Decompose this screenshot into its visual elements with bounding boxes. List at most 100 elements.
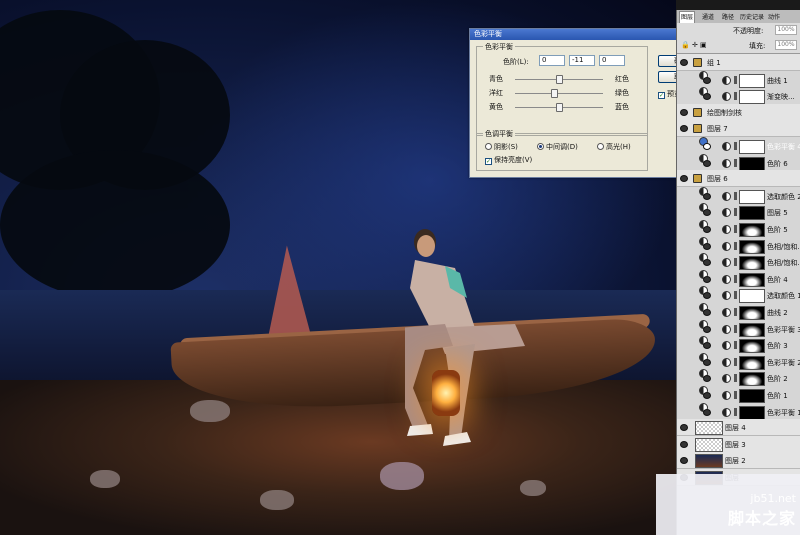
- eye-icon[interactable]: [703, 275, 711, 283]
- link-icon[interactable]: [734, 324, 737, 333]
- eye-icon[interactable]: [703, 375, 711, 383]
- layer-row[interactable]: 图层 6: [677, 170, 800, 188]
- layer-row[interactable]: 选取颜色 1: [699, 286, 800, 304]
- radio-midtones[interactable]: 中间调(D): [537, 142, 578, 152]
- eye-icon[interactable]: [703, 358, 711, 366]
- opacity-input[interactable]: 100%: [775, 25, 797, 35]
- eye-icon[interactable]: [703, 309, 711, 316]
- slider-thumb[interactable]: [556, 103, 563, 112]
- eye-icon[interactable]: [703, 292, 711, 300]
- eye-icon[interactable]: [703, 408, 711, 416]
- link-icon[interactable]: [734, 407, 737, 416]
- layer-mask-thumbnail[interactable]: [739, 405, 765, 420]
- layer-mask-thumbnail[interactable]: [739, 256, 765, 271]
- layer-mask-thumbnail[interactable]: [739, 306, 765, 320]
- eye-icon[interactable]: [703, 192, 711, 200]
- slider-track[interactable]: [515, 93, 603, 94]
- layer-mask-thumbnail[interactable]: [739, 355, 765, 370]
- layer-row[interactable]: 色阶 5: [699, 220, 788, 237]
- eye-icon[interactable]: [703, 226, 711, 233]
- layer-mask-thumbnail[interactable]: [739, 73, 765, 88]
- link-icon[interactable]: [734, 208, 737, 217]
- fill-input[interactable]: 100%: [775, 40, 797, 50]
- layer-thumbnail[interactable]: [695, 454, 723, 469]
- tab-paths[interactable]: 路径: [721, 12, 735, 21]
- tab-actions[interactable]: 动作: [767, 12, 781, 21]
- layer-mask-thumbnail[interactable]: [739, 339, 765, 354]
- layer-thumbnail[interactable]: [695, 437, 723, 452]
- link-icon[interactable]: [734, 258, 737, 267]
- eye-icon[interactable]: [680, 457, 688, 465]
- lock-icon[interactable]: 🔒 ✛ ▣: [681, 41, 707, 49]
- eye-icon[interactable]: [703, 259, 711, 267]
- level-input-cyan-red[interactable]: 0: [539, 55, 565, 66]
- preserve-luminosity-checkbox[interactable]: ✓ 保持亮度(V): [485, 155, 532, 165]
- layer-row[interactable]: 图层 5: [699, 203, 788, 221]
- layer-row[interactable]: 图层 3: [677, 435, 800, 453]
- tab-history[interactable]: 历史记录: [739, 12, 765, 21]
- layer-row[interactable]: 色阶 4: [699, 269, 788, 287]
- eye-icon[interactable]: [703, 209, 711, 217]
- link-icon[interactable]: [734, 225, 737, 233]
- eye-icon[interactable]: [703, 159, 711, 167]
- layer-thumbnail[interactable]: [695, 421, 723, 436]
- layer-row[interactable]: 选取颜色 2: [699, 186, 800, 204]
- level-input-magenta-green[interactable]: -11: [569, 55, 595, 66]
- layer-mask-thumbnail[interactable]: [739, 289, 765, 304]
- eye-icon[interactable]: [680, 175, 688, 183]
- eye-icon[interactable]: [703, 76, 711, 84]
- checkbox-box[interactable]: ✓: [658, 92, 665, 99]
- eye-icon[interactable]: [680, 59, 688, 66]
- slider-cyan-red[interactable]: 青色 红色: [489, 74, 629, 84]
- radio-dot[interactable]: [485, 143, 492, 150]
- layer-row[interactable]: 曲线 1: [699, 70, 788, 88]
- link-icon[interactable]: [734, 92, 737, 101]
- eye-icon[interactable]: [680, 440, 688, 448]
- eye-icon[interactable]: [703, 242, 711, 250]
- level-input-yellow-blue[interactable]: 0: [599, 55, 625, 66]
- layer-mask-thumbnail[interactable]: [739, 322, 765, 337]
- tab-channels[interactable]: 通道: [701, 12, 715, 21]
- layer-mask-thumbnail[interactable]: [739, 156, 765, 171]
- layer-row[interactable]: 色彩平衡 2: [699, 352, 800, 370]
- link-icon[interactable]: [734, 158, 737, 167]
- layer-mask-thumbnail[interactable]: [739, 223, 765, 237]
- eye-icon[interactable]: [680, 108, 688, 116]
- slider-thumb[interactable]: [556, 75, 563, 84]
- layer-mask-thumbnail[interactable]: [739, 372, 765, 387]
- eye-icon[interactable]: [703, 325, 711, 333]
- link-icon[interactable]: [734, 291, 737, 300]
- layer-mask-thumbnail[interactable]: [739, 90, 765, 105]
- layer-mask-thumbnail[interactable]: [739, 389, 765, 403]
- eye-icon[interactable]: [703, 392, 711, 399]
- layer-row[interactable]: 色阶 3: [699, 336, 788, 354]
- layer-row[interactable]: 色阶 2: [699, 369, 788, 387]
- tab-layers[interactable]: 图层: [679, 11, 696, 23]
- link-icon[interactable]: [734, 391, 737, 399]
- layer-row[interactable]: 色阶 1: [699, 386, 788, 403]
- layer-mask-thumbnail[interactable]: [739, 239, 765, 254]
- eye-icon[interactable]: [680, 424, 688, 432]
- layer-mask-thumbnail[interactable]: [739, 189, 765, 204]
- slider-yellow-blue[interactable]: 黄色 蓝色: [489, 102, 629, 112]
- layer-mask-thumbnail[interactable]: [739, 272, 765, 287]
- layer-row[interactable]: 色彩平衡 3: [699, 319, 800, 337]
- eye-icon[interactable]: [680, 125, 688, 133]
- link-icon[interactable]: [734, 142, 737, 150]
- layer-row[interactable]: 图层 2: [677, 452, 800, 470]
- layer-row[interactable]: 色相/饱和...: [699, 236, 800, 254]
- layer-row[interactable]: 色彩平衡 1: [699, 402, 800, 420]
- layer-row[interactable]: 色彩平衡 4: [699, 137, 800, 154]
- layer-row[interactable]: 绘图制剑核: [677, 103, 800, 121]
- layer-mask-thumbnail[interactable]: [739, 140, 765, 154]
- radio-dot[interactable]: [537, 143, 544, 150]
- layer-row[interactable]: 组 1: [677, 54, 800, 71]
- layer-row[interactable]: 渐变映...: [699, 87, 795, 105]
- layer-row[interactable]: 色相/饱和...: [699, 253, 800, 271]
- slider-magenta-green[interactable]: 洋红 绿色: [489, 88, 629, 98]
- link-icon[interactable]: [734, 374, 737, 383]
- layer-row[interactable]: 色阶 6: [699, 153, 788, 171]
- checkbox-box[interactable]: ✓: [485, 158, 492, 165]
- link-icon[interactable]: [734, 308, 737, 316]
- link-icon[interactable]: [734, 357, 737, 366]
